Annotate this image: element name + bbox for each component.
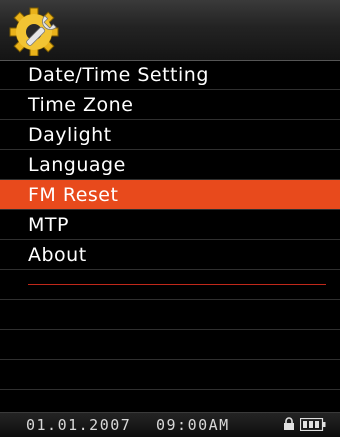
menu-item-language[interactable]: Language <box>0 150 340 180</box>
menu-item-fm-reset[interactable]: FM Reset <box>0 180 340 210</box>
menu-item-label: Date/Time Setting <box>28 63 209 86</box>
empty-row <box>0 330 340 360</box>
menu-item-date-time-setting[interactable]: Date/Time Setting <box>0 60 340 90</box>
status-date: 01.01.2007 <box>26 416 132 434</box>
header-bar <box>0 0 340 61</box>
menu-item-label: Language <box>28 153 126 176</box>
menu-item-label: MTP <box>28 213 69 236</box>
empty-row <box>0 360 340 390</box>
lock-icon <box>284 417 294 430</box>
menu-item-label: About <box>28 243 87 266</box>
menu-item-label: Daylight <box>28 123 112 146</box>
settings-gear-wrench-icon <box>9 7 59 56</box>
battery-icon <box>300 418 326 431</box>
settings-menu: Date/Time Setting Time Zone Daylight Lan… <box>0 60 340 390</box>
settings-screen: Date/Time Setting Time Zone Daylight Lan… <box>0 0 340 437</box>
empty-row <box>0 300 340 330</box>
status-bar: 01.01.2007 09:00AM <box>0 412 340 437</box>
menu-divider <box>28 284 326 285</box>
menu-item-time-zone[interactable]: Time Zone <box>0 90 340 120</box>
menu-item-label: Time Zone <box>28 93 134 116</box>
menu-item-about[interactable]: About <box>0 240 340 270</box>
menu-item-label: FM Reset <box>28 183 119 206</box>
menu-item-mtp[interactable]: MTP <box>0 210 340 240</box>
menu-divider-row <box>0 270 340 300</box>
status-time: 09:00AM <box>156 416 230 434</box>
menu-item-daylight[interactable]: Daylight <box>0 120 340 150</box>
